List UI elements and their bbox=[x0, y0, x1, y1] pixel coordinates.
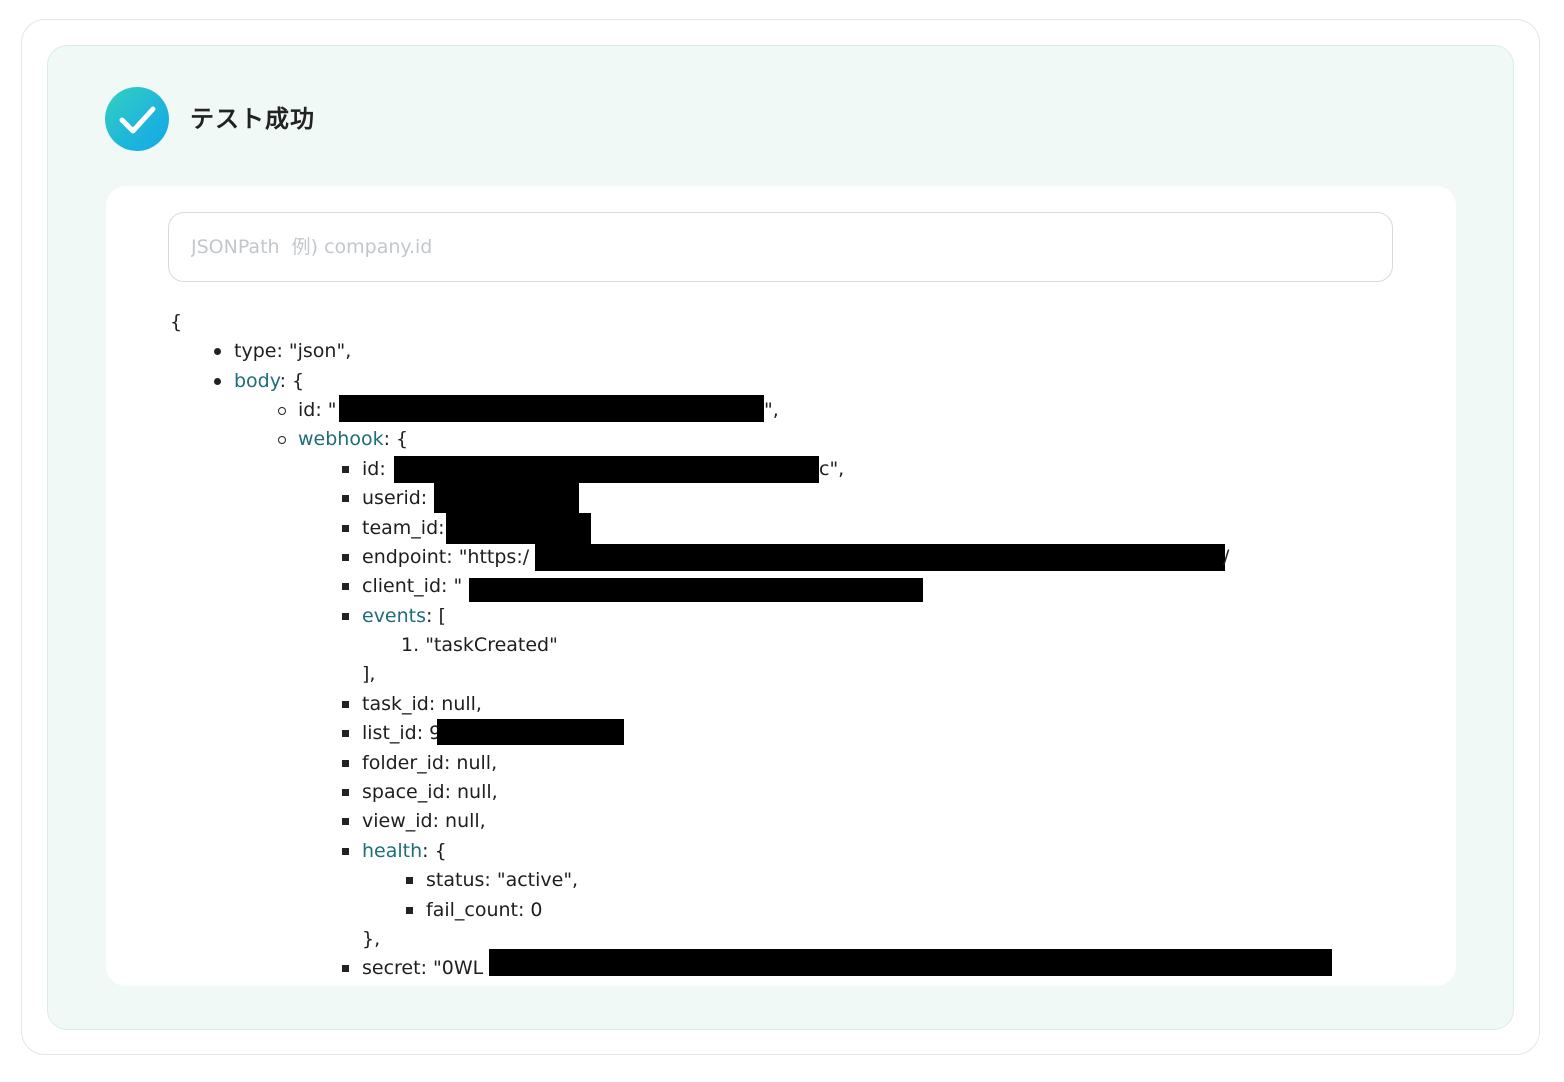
result-title: テスト成功 bbox=[190, 105, 315, 133]
bullet-square bbox=[342, 554, 349, 561]
type-line: type: "json", bbox=[234, 340, 352, 362]
events-item-1: 1. "taskCreated" bbox=[401, 634, 558, 656]
events-node: events: [ bbox=[362, 605, 446, 627]
bullet-square bbox=[342, 701, 349, 708]
health-key[interactable]: health bbox=[362, 840, 422, 862]
bullet-square bbox=[342, 818, 349, 825]
secret-prefix: secret: "0WL bbox=[362, 957, 484, 979]
userid-prefix: userid: bbox=[362, 487, 428, 509]
redaction-box bbox=[535, 544, 1225, 571]
body-node: body: { bbox=[234, 370, 305, 392]
bullet-square bbox=[342, 613, 349, 620]
events-key[interactable]: events bbox=[362, 605, 426, 627]
redaction-box bbox=[489, 949, 1332, 976]
bullet-square bbox=[406, 907, 413, 914]
task-id-line: task_id: null, bbox=[362, 693, 482, 715]
open-brace: { bbox=[170, 311, 183, 333]
bullet-square bbox=[342, 965, 349, 972]
bullet-square bbox=[342, 730, 349, 737]
redaction-box bbox=[394, 456, 819, 483]
webhook-id-prefix: id: bbox=[362, 458, 386, 480]
json-result-card: { type: "json", body: { id: " ", webhook… bbox=[106, 186, 1456, 986]
health-status-line: status: "active", bbox=[426, 869, 579, 891]
bullet-square bbox=[342, 848, 349, 855]
bullet-square bbox=[342, 466, 349, 473]
redaction-box bbox=[469, 578, 923, 602]
json-tree: { type: "json", body: { id: " ", webhook… bbox=[106, 186, 1456, 986]
bullet-disc bbox=[214, 348, 221, 355]
redaction-box bbox=[434, 483, 579, 513]
webhook-key[interactable]: webhook bbox=[298, 428, 384, 450]
space-id-line: space_id: null, bbox=[362, 781, 498, 803]
webhook-node: webhook: { bbox=[298, 428, 409, 450]
redaction-box bbox=[437, 719, 624, 745]
bullet-square bbox=[342, 760, 349, 767]
body-id-prefix: id: " bbox=[298, 399, 337, 421]
folder-id-line: folder_id: null, bbox=[362, 752, 498, 774]
endpoint-prefix: endpoint: "https:/ bbox=[362, 546, 530, 568]
body-id-suffix: ", bbox=[764, 399, 779, 421]
bullet-disc bbox=[214, 378, 221, 385]
redaction-box bbox=[446, 513, 591, 544]
redaction-box bbox=[339, 395, 764, 422]
bullet-square bbox=[342, 583, 349, 590]
check-icon bbox=[105, 87, 169, 151]
health-fail-count-line: fail_count: 0 bbox=[426, 899, 543, 921]
client-id-prefix: client_id: " bbox=[362, 575, 463, 597]
endpoint-suffix: / bbox=[1223, 546, 1230, 568]
health-node: health: { bbox=[362, 840, 447, 862]
bullet-square bbox=[342, 789, 349, 796]
view-id-line: view_id: null, bbox=[362, 810, 486, 832]
events-close: ], bbox=[362, 663, 376, 685]
webhook-id-suffix: c", bbox=[819, 458, 845, 480]
bullet-square bbox=[342, 495, 349, 502]
list-id-prefix: list_id: 9 bbox=[362, 722, 442, 744]
bullet-circle bbox=[278, 407, 286, 415]
bullet-circle bbox=[278, 436, 286, 444]
bullet-square bbox=[342, 525, 349, 532]
bullet-square bbox=[406, 877, 413, 884]
body-key[interactable]: body bbox=[234, 370, 280, 392]
health-close: }, bbox=[362, 928, 381, 950]
team-id-prefix: team_id: bbox=[362, 517, 445, 539]
